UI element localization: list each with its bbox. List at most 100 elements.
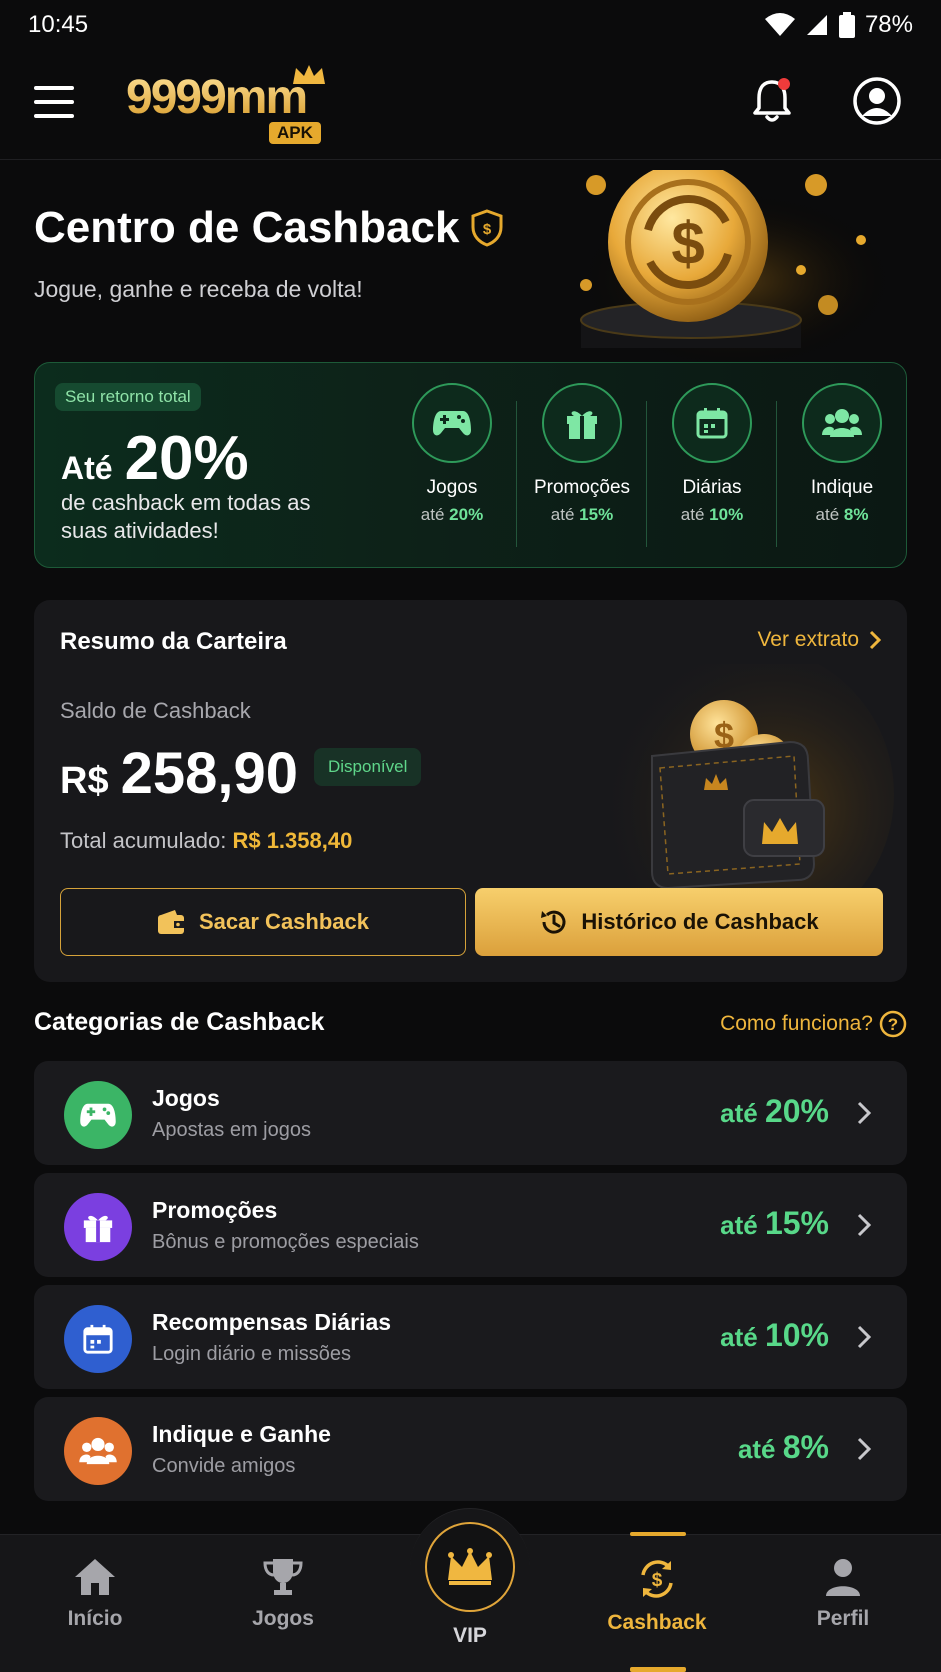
chevron-right-icon [857, 1213, 871, 1237]
promo-headline: Até 20% [61, 423, 249, 494]
history-icon [541, 910, 566, 934]
nav-item-cashback[interactable]: $ Cashback [577, 1557, 737, 1635]
battery-level: 78% [864, 11, 913, 38]
balance-value: 258,90 [120, 741, 298, 806]
menu-icon [34, 86, 74, 90]
total-cashback-card: Seu retorno total Até 20% de cashback em… [34, 362, 907, 568]
nav-item-perfil[interactable]: Perfil [763, 1557, 923, 1631]
gift-icon [83, 1215, 113, 1243]
how-it-works-link[interactable]: Como funciona? ? [720, 1010, 907, 1038]
category-title: Recompensas Diárias [152, 1309, 392, 1335]
chevron-right-icon [857, 1325, 871, 1349]
calendar-icon [83, 1324, 113, 1354]
help-circle-icon: ? [879, 1010, 907, 1038]
balance-label: Saldo de Cashback [60, 698, 251, 723]
gift-icon [567, 411, 597, 439]
stat-value: 20% [449, 505, 484, 524]
nav-active-indicator [630, 1532, 686, 1536]
menu-button[interactable] [34, 86, 74, 118]
svg-text:$: $ [483, 221, 492, 238]
chevron-right-icon [857, 1101, 871, 1125]
logo-badge: APK [269, 122, 321, 144]
category-title: Indique e Ganhe [152, 1421, 331, 1447]
promo-stat-jogos[interactable]: Jogos até 20% [387, 383, 517, 553]
page-title-text: Centro de Cashback [34, 203, 460, 252]
category-subtitle: Login diário e missões [152, 1343, 351, 1365]
view-statement-link[interactable]: Ver extrato [757, 628, 881, 652]
chevron-right-icon [869, 630, 881, 650]
nav-vip-label: VIP [453, 1624, 487, 1647]
profile-button[interactable] [852, 76, 902, 126]
cashback-coin-illustration: $ [576, 170, 896, 370]
category-percent: até 10% [720, 1317, 829, 1353]
balance-amount: R$ 258,90 [60, 740, 298, 807]
chevron-right-icon [857, 1437, 871, 1461]
crown-icon [448, 1548, 492, 1585]
stat-value: 10% [709, 505, 744, 524]
svg-text:?: ? [888, 1015, 898, 1034]
user-avatar-icon [853, 77, 901, 125]
wallet-icon [158, 910, 184, 934]
page-title: Centro de Cashback $ [34, 203, 503, 253]
category-item-promocoes[interactable]: Promoções Bônus e promoções especiais at… [34, 1173, 907, 1277]
category-percent: até 8% [737, 1429, 829, 1465]
promo-stat-promocoes[interactable]: Promoções até 15% [516, 383, 647, 553]
nav-item-jogos[interactable]: Jogos [203, 1557, 363, 1631]
person-icon [826, 1559, 860, 1596]
category-percent: até 15% [720, 1205, 829, 1241]
nav-item-inicio[interactable]: Início [15, 1557, 175, 1631]
balance-currency: R$ [60, 760, 109, 802]
notifications-button[interactable] [750, 76, 794, 126]
total-accumulated: Total acumulado: R$ 1.358,40 [60, 828, 353, 853]
home-icon [75, 1559, 115, 1595]
gamepad-icon [433, 411, 471, 436]
status-bar: 10:45 78% [0, 0, 941, 50]
category-item-indique-e-ganhe[interactable]: Indique e Ganhe Convide amigos até 8% [34, 1397, 907, 1501]
promo-ate: Até [61, 450, 113, 486]
gamepad-icon [80, 1103, 116, 1127]
users-icon [79, 1437, 117, 1465]
category-subtitle: Convide amigos [152, 1455, 296, 1477]
promo-stats: Jogos até 20% Promoções até 15% Diárias … [387, 383, 907, 553]
calendar-icon [696, 408, 728, 439]
total-value: R$ 1.358,40 [232, 828, 353, 853]
brand-logo[interactable]: 9999mm APK [126, 65, 336, 146]
cashback-icon: $ [641, 1560, 673, 1598]
category-subtitle: Apostas em jogos [152, 1119, 311, 1141]
nav-item-vip[interactable] [425, 1522, 515, 1612]
promo-stat-indique[interactable]: Indique até 8% [776, 383, 907, 553]
logo-text: 9999mm [126, 71, 308, 124]
total-return-chip: Seu retorno total [55, 383, 201, 411]
page-subtitle: Jogue, ganhe e receba de volta! [34, 276, 363, 302]
users-icon [822, 409, 862, 437]
category-title: Promoções [152, 1197, 278, 1223]
stat-value: 8% [843, 505, 869, 524]
trophy-icon [263, 1559, 303, 1595]
stat-label: Jogos [426, 477, 478, 498]
category-title: Jogos [152, 1085, 220, 1111]
category-item-jogos[interactable]: Jogos Apostas em jogos até 20% [34, 1061, 907, 1165]
cashback-history-button[interactable]: Histórico de Cashback [475, 888, 883, 956]
stat-label: Diárias [682, 477, 742, 498]
svg-text:$: $ [671, 210, 704, 277]
promo-description: de cashback em todas as suas atividades! [61, 490, 311, 543]
available-badge: Disponível [314, 748, 422, 786]
signal-icon [806, 15, 827, 35]
category-subtitle: Bônus e promoções especiais [152, 1231, 419, 1253]
stat-label: Promoções [533, 477, 631, 498]
categories-title: Categorias de Cashback [34, 1008, 325, 1036]
promo-percent: 20% [124, 424, 249, 493]
withdraw-cashback-button[interactable]: Sacar Cashback [60, 888, 466, 956]
wallet-illustration: $ $ [594, 664, 894, 894]
stat-label: Indique [810, 477, 874, 498]
shield-dollar-icon: $ [471, 209, 503, 247]
category-percent: até 20% [720, 1093, 829, 1129]
svg-text:$: $ [652, 1570, 663, 1591]
promo-stat-diarias[interactable]: Diárias até 10% [646, 383, 777, 553]
category-item-recompensas-diarias[interactable]: Recompensas Diárias Login diário e missõ… [34, 1285, 907, 1389]
wifi-icon [764, 13, 795, 36]
status-icons: 78% [764, 11, 913, 39]
stat-value: 15% [579, 505, 614, 524]
battery-icon [838, 12, 855, 38]
wallet-title: Resumo da Carteira [60, 628, 287, 655]
